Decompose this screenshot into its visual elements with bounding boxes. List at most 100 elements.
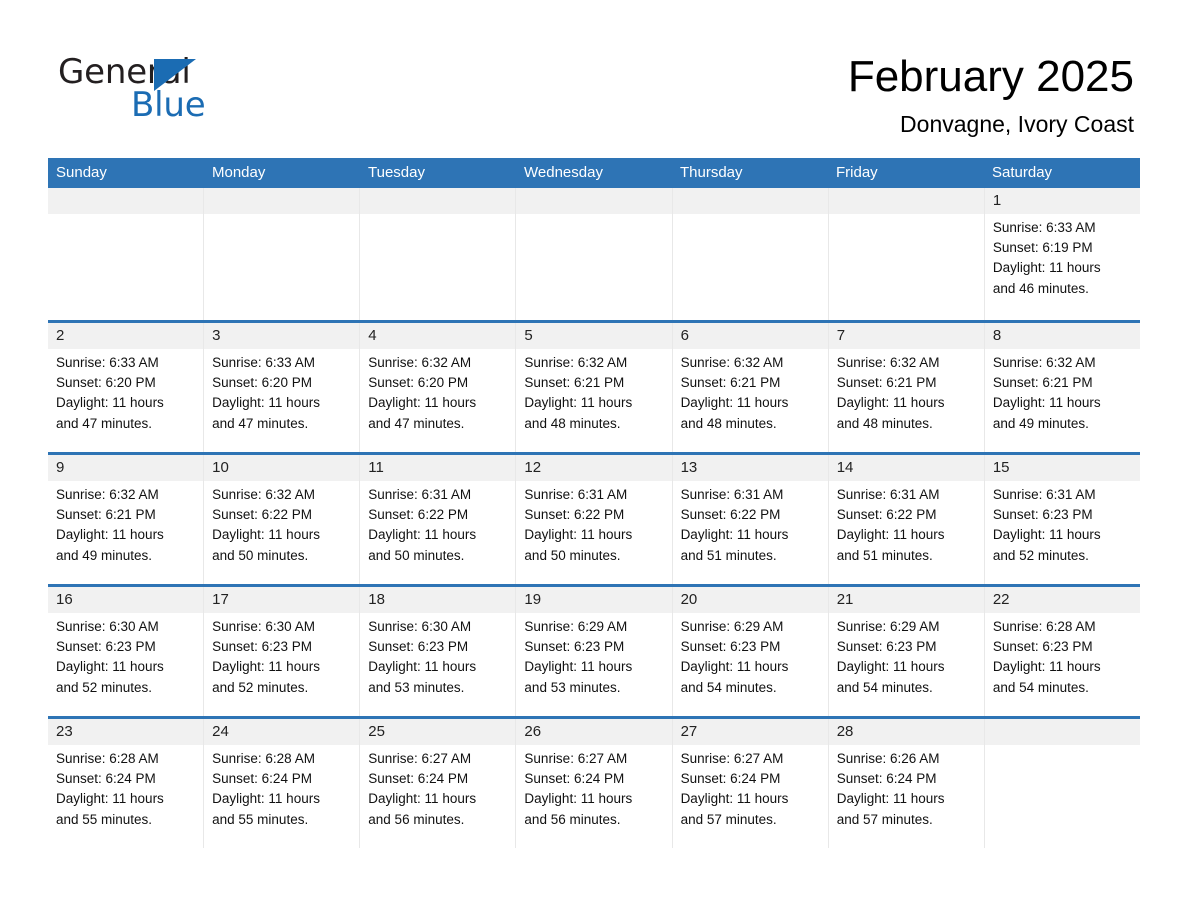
- day-number: 18: [368, 591, 385, 608]
- day-cell[interactable]: 14 Sunrise: 6:31 AM Sunset: 6:22 PM Dayl…: [829, 455, 985, 584]
- day-details: Sunrise: 6:28 AM Sunset: 6:23 PM Dayligh…: [993, 617, 1132, 698]
- sunrise-text: Sunrise: 6:32 AM: [680, 355, 784, 370]
- sunset-text: Sunset: 6:21 PM: [680, 375, 781, 391]
- daylight-text-line2: and 47 minutes.: [368, 415, 465, 431]
- daylight-text-line2: and 50 minutes.: [212, 547, 309, 563]
- day-number: 10: [212, 459, 229, 476]
- daylight-text-line2: and 52 minutes.: [56, 679, 153, 695]
- sunrise-text: Sunrise: 6:32 AM: [524, 355, 628, 370]
- daylight-text-line2: and 48 minutes.: [524, 415, 621, 431]
- day-cell[interactable]: 22 Sunrise: 6:28 AM Sunset: 6:23 PM Dayl…: [985, 587, 1140, 716]
- weekday-header-saturday: Saturday: [992, 164, 1053, 181]
- brand-name-blue: Blue: [131, 85, 206, 125]
- daylight-text-line2: and 56 minutes.: [368, 811, 465, 827]
- sunrise-text: Sunrise: 6:31 AM: [524, 487, 628, 502]
- day-cell[interactable]: 4 Sunrise: 6:32 AM Sunset: 6:20 PM Dayli…: [360, 323, 517, 452]
- day-details: Sunrise: 6:29 AM Sunset: 6:23 PM Dayligh…: [681, 617, 820, 698]
- page-title: February 2025: [847, 52, 1134, 101]
- daylight-text-line1: Daylight: 11 hours: [524, 395, 633, 411]
- day-cell[interactable]: 3 Sunrise: 6:33 AM Sunset: 6:20 PM Dayli…: [204, 323, 361, 452]
- sunrise-text: Sunrise: 6:30 AM: [368, 619, 472, 634]
- day-details: Sunrise: 6:30 AM Sunset: 6:23 PM Dayligh…: [212, 617, 351, 698]
- daylight-text-line1: Daylight: 11 hours: [212, 395, 320, 411]
- sunset-text: Sunset: 6:24 PM: [212, 771, 312, 787]
- day-cell[interactable]: 21 Sunrise: 6:29 AM Sunset: 6:23 PM Dayl…: [829, 587, 985, 716]
- daylight-text-line2: and 53 minutes.: [524, 679, 621, 695]
- sunrise-text: Sunrise: 6:28 AM: [56, 751, 159, 766]
- daylight-text-line2: and 46 minutes.: [992, 280, 1089, 296]
- day-cell: [516, 188, 673, 320]
- day-cell[interactable]: 5 Sunrise: 6:32 AM Sunset: 6:21 PM Dayli…: [516, 323, 673, 452]
- sunset-text: Sunset: 6:23 PM: [836, 639, 937, 655]
- daylight-text-line1: Daylight: 11 hours: [56, 395, 164, 411]
- day-cell[interactable]: 2 Sunrise: 6:33 AM Sunset: 6:20 PM Dayli…: [48, 323, 205, 452]
- sunrise-text: Sunrise: 6:31 AM: [992, 487, 1096, 502]
- sunrise-text: Sunrise: 6:30 AM: [56, 619, 159, 634]
- sunset-text: Sunset: 6:21 PM: [992, 375, 1093, 391]
- sunset-text: Sunset: 6:19 PM: [992, 240, 1093, 256]
- day-cell[interactable]: 16 Sunrise: 6:30 AM Sunset: 6:23 PM Dayl…: [48, 587, 205, 716]
- daylight-text-line1: Daylight: 11 hours: [680, 395, 789, 411]
- sunrise-text: Sunrise: 6:26 AM: [836, 751, 940, 766]
- daylight-text-line1: Daylight: 11 hours: [368, 395, 477, 411]
- day-cell[interactable]: 13 Sunrise: 6:31 AM Sunset: 6:22 PM Dayl…: [673, 455, 829, 584]
- day-number: 24: [212, 723, 229, 740]
- daylight-text-line2: and 54 minutes.: [836, 679, 933, 695]
- daylight-text-line1: Daylight: 11 hours: [680, 659, 789, 675]
- day-cell[interactable]: 12 Sunrise: 6:31 AM Sunset: 6:22 PM Dayl…: [516, 455, 673, 584]
- day-cell[interactable]: 26 Sunrise: 6:27 AM Sunset: 6:24 PM Dayl…: [516, 719, 673, 848]
- day-number: 12: [524, 459, 542, 476]
- sunset-text: Sunset: 6:21 PM: [836, 375, 937, 391]
- day-details: Sunrise: 6:29 AM Sunset: 6:23 PM Dayligh…: [524, 617, 663, 698]
- day-cell[interactable]: 20 Sunrise: 6:29 AM Sunset: 6:23 PM Dayl…: [673, 587, 829, 716]
- day-cell[interactable]: 24 Sunrise: 6:28 AM Sunset: 6:24 PM Dayl…: [204, 719, 361, 848]
- day-details: Sunrise: 6:32 AM Sunset: 6:21 PM Dayligh…: [524, 353, 663, 434]
- daylight-text-line2: and 47 minutes.: [212, 415, 309, 431]
- day-cell[interactable]: 23 Sunrise: 6:28 AM Sunset: 6:24 PM Dayl…: [48, 719, 205, 848]
- daylight-text-line2: and 47 minutes.: [56, 415, 153, 431]
- daylight-text-line2: and 55 minutes.: [56, 811, 153, 827]
- daylight-text-line1: Daylight: 11 hours: [56, 659, 164, 675]
- day-cell[interactable]: 15 Sunrise: 6:31 AM Sunset: 6:23 PM Dayl…: [985, 455, 1140, 584]
- day-cell[interactable]: 19 Sunrise: 6:29 AM Sunset: 6:23 PM Dayl…: [516, 587, 673, 716]
- day-number: 7: [836, 327, 846, 344]
- day-details: Sunrise: 6:27 AM Sunset: 6:24 PM Dayligh…: [524, 749, 663, 830]
- day-cell[interactable]: 6 Sunrise: 6:32 AM Sunset: 6:21 PM Dayli…: [673, 323, 829, 452]
- day-number: 13: [680, 459, 698, 476]
- sunset-text: Sunset: 6:22 PM: [212, 507, 312, 523]
- day-number: 3: [212, 327, 221, 344]
- day-details: Sunrise: 6:26 AM Sunset: 6:24 PM Dayligh…: [837, 749, 976, 830]
- daylight-text-line2: and 49 minutes.: [56, 547, 153, 563]
- day-details: Sunrise: 6:32 AM Sunset: 6:22 PM Dayligh…: [212, 485, 351, 566]
- day-cell: [829, 188, 985, 320]
- day-cell[interactable]: 18 Sunrise: 6:30 AM Sunset: 6:23 PM Dayl…: [360, 587, 517, 716]
- day-cell[interactable]: 25 Sunrise: 6:27 AM Sunset: 6:24 PM Dayl…: [360, 719, 517, 848]
- day-cell[interactable]: 17 Sunrise: 6:30 AM Sunset: 6:23 PM Dayl…: [204, 587, 361, 716]
- sunrise-text: Sunrise: 6:32 AM: [212, 487, 315, 502]
- title-block: February 2025 Donvagne, Ivory Coast: [848, 50, 1134, 138]
- sunrise-text: Sunrise: 6:32 AM: [368, 355, 472, 370]
- day-cell[interactable]: 9 Sunrise: 6:32 AM Sunset: 6:21 PM Dayli…: [48, 455, 205, 584]
- day-details: Sunrise: 6:27 AM Sunset: 6:24 PM Dayligh…: [681, 749, 820, 830]
- sunrise-text: Sunrise: 6:33 AM: [992, 220, 1096, 235]
- day-cell[interactable]: 27 Sunrise: 6:27 AM Sunset: 6:24 PM Dayl…: [673, 719, 829, 848]
- daylight-text-line1: Daylight: 11 hours: [212, 659, 320, 675]
- daylight-text-line1: Daylight: 11 hours: [680, 791, 789, 807]
- brand-logo[interactable]: General Blue: [58, 52, 318, 128]
- daylight-text-line2: and 57 minutes.: [836, 811, 933, 827]
- day-details: Sunrise: 6:32 AM Sunset: 6:21 PM Dayligh…: [681, 353, 820, 434]
- day-cell[interactable]: 8 Sunrise: 6:32 AM Sunset: 6:21 PM Dayli…: [985, 323, 1140, 452]
- sunrise-text: Sunrise: 6:29 AM: [680, 619, 784, 634]
- day-cell[interactable]: 1 Sunrise: 6:33 AM Sunset: 6:19 PM Dayli…: [985, 188, 1140, 320]
- day-details: Sunrise: 6:30 AM Sunset: 6:23 PM Dayligh…: [368, 617, 507, 698]
- day-details: Sunrise: 6:33 AM Sunset: 6:19 PM Dayligh…: [993, 218, 1132, 299]
- day-cell[interactable]: 7 Sunrise: 6:32 AM Sunset: 6:21 PM Dayli…: [829, 323, 985, 452]
- day-cell[interactable]: 28 Sunrise: 6:26 AM Sunset: 6:24 PM Dayl…: [829, 719, 985, 848]
- day-cell[interactable]: 10 Sunrise: 6:32 AM Sunset: 6:22 PM Dayl…: [204, 455, 361, 584]
- daylight-text-line2: and 57 minutes.: [680, 811, 777, 827]
- day-cell[interactable]: 11 Sunrise: 6:31 AM Sunset: 6:22 PM Dayl…: [360, 455, 517, 584]
- day-number: 6: [680, 327, 689, 344]
- daylight-text-line2: and 51 minutes.: [680, 547, 777, 563]
- day-number: 22: [992, 591, 1010, 608]
- daylight-text-line2: and 52 minutes.: [992, 547, 1089, 563]
